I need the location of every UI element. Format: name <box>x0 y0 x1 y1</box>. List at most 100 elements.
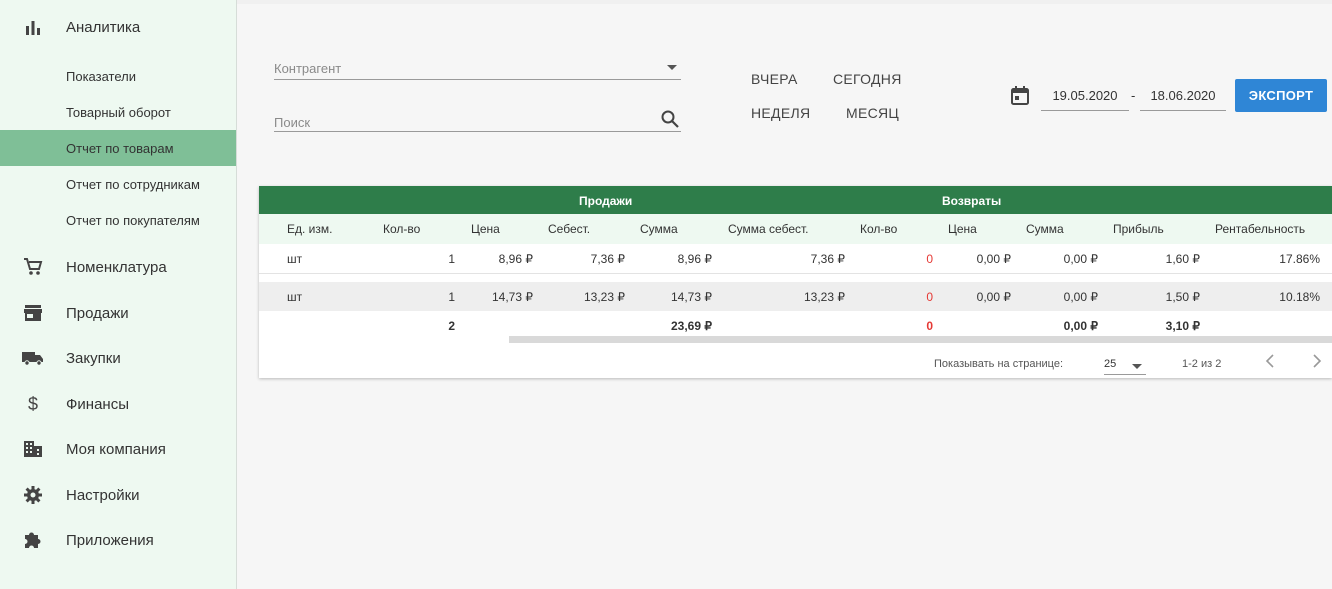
nav-analytics[interactable]: Аналитика <box>0 9 236 45</box>
nav-sub-label: Отчет по покупателям <box>66 212 200 228</box>
cell-unit: шт <box>287 290 303 304</box>
nav-sub-label: Отчет по товарам <box>66 140 174 156</box>
next-page-icon[interactable] <box>1312 354 1322 371</box>
gear-icon <box>22 485 44 505</box>
prev-page-icon[interactable] <box>1265 354 1275 371</box>
nav-label: Приложения <box>66 531 154 549</box>
nav-analytics-label: Аналитика <box>66 18 141 36</box>
cell-sum: 14,73 ₽ <box>671 290 712 304</box>
cell-price: 8,96 ₽ <box>498 252 533 266</box>
per-page-label: Показывать на странице: <box>934 358 1064 370</box>
nav-label: Финансы <box>66 395 129 413</box>
total-profit: 3,10 ₽ <box>1165 319 1200 333</box>
date-to-input[interactable]: 18.06.2020 <box>1140 80 1226 111</box>
sidebar: Аналитика Показатели Товарный оборот Отч… <box>0 0 237 589</box>
calendar-icon[interactable] <box>1011 86 1029 110</box>
col-cost-sum[interactable]: Сумма себест. <box>728 222 809 236</box>
quick-week[interactable]: НЕДЕЛЯ <box>751 105 810 121</box>
date-separator: - <box>1131 88 1136 103</box>
nav-sales[interactable]: Продажи <box>0 295 236 331</box>
dropdown-arrow-icon <box>1132 364 1142 369</box>
horizontal-scrollbar[interactable] <box>509 336 1332 343</box>
bar-chart-icon <box>22 17 44 37</box>
total-ret-qty: 0 <box>926 319 933 333</box>
cell-profitability: 17.86% <box>1279 252 1320 266</box>
cell-sum: 8,96 ₽ <box>677 252 712 266</box>
nav-label: Моя компания <box>66 440 166 458</box>
cell-profitability: 10.18% <box>1279 290 1320 304</box>
col-cost[interactable]: Себест. <box>548 222 590 236</box>
nav-settings[interactable]: Настройки <box>0 477 236 513</box>
nav-company[interactable]: Моя компания <box>0 431 236 467</box>
col-profitability[interactable]: Рентабельность <box>1215 222 1305 236</box>
cell-ret-qty: 0 <box>926 290 933 304</box>
cell-ret-qty: 0 <box>926 252 933 266</box>
cell-profit: 1,60 ₽ <box>1165 252 1200 266</box>
nav-sub-label: Показатели <box>66 68 136 84</box>
nav-sub-products-report[interactable]: Отчет по товарам <box>0 130 236 166</box>
quick-yesterday[interactable]: ВЧЕРА <box>751 71 798 87</box>
cell-qty: 1 <box>448 252 455 266</box>
col-price[interactable]: Цена <box>471 222 500 236</box>
building-icon <box>22 439 44 459</box>
column-header-row: Ед. изм. Кол-во Цена Себест. Сумма Сумма… <box>259 214 1332 244</box>
total-ret-sum: 0,00 ₽ <box>1063 319 1098 333</box>
truck-icon <box>22 348 44 368</box>
dollar-icon: $ <box>27 393 38 414</box>
pagination-range: 1-2 из 2 <box>1182 358 1222 370</box>
per-page-value: 25 <box>1104 358 1117 370</box>
puzzle-icon <box>22 530 44 550</box>
counterparty-placeholder: Контрагент <box>274 61 342 76</box>
nav-sub-employees-report[interactable]: Отчет по сотрудникам <box>0 166 236 202</box>
col-ret-price[interactable]: Цена <box>948 222 977 236</box>
search-icon[interactable] <box>661 110 679 131</box>
total-sum: 23,69 ₽ <box>671 319 712 333</box>
nav-label: Продажи <box>66 304 129 322</box>
col-profit[interactable]: Прибыль <box>1113 222 1164 236</box>
nav-nomenclature[interactable]: Номенклатура <box>0 249 236 285</box>
cell-cost-sum: 7,36 ₽ <box>810 252 845 266</box>
nav-finance[interactable]: $ Финансы <box>0 386 236 422</box>
group-header: Продажи Возвраты <box>259 186 1332 214</box>
quick-today[interactable]: СЕГОДНЯ <box>833 71 902 87</box>
nav-apps[interactable]: Приложения <box>0 522 236 558</box>
col-unit[interactable]: Ед. изм. <box>287 222 332 236</box>
nav-sub-label: Отчет по сотрудникам <box>66 176 200 192</box>
export-button[interactable]: ЭКСПОРТ <box>1235 79 1327 112</box>
table-footer: Показывать на странице: 25 1-2 из 2 <box>259 343 1332 378</box>
total-qty: 2 <box>448 319 455 333</box>
cell-cost-sum: 13,23 ₽ <box>804 290 845 304</box>
table-row[interactable]: шт 1 14,73 ₽ 13,23 ₽ 14,73 ₽ 13,23 ₽ 0 0… <box>259 282 1332 312</box>
search-input[interactable]: Поиск <box>274 109 681 132</box>
nav-sub-turnover[interactable]: Товарный оборот <box>0 94 236 130</box>
counterparty-select[interactable]: Контрагент <box>274 59 681 80</box>
cell-cost: 7,36 ₽ <box>590 252 625 266</box>
col-sum[interactable]: Сумма <box>640 222 678 236</box>
nav-sub-indicators[interactable]: Показатели <box>0 58 236 94</box>
col-ret-sum[interactable]: Сумма <box>1026 222 1064 236</box>
cell-price: 14,73 ₽ <box>492 290 533 304</box>
cell-cost: 13,23 ₽ <box>584 290 625 304</box>
cell-profit: 1,50 ₽ <box>1165 290 1200 304</box>
search-placeholder: Поиск <box>274 115 311 130</box>
store-icon <box>22 303 44 323</box>
table-row[interactable]: шт 1 8,96 ₽ 7,36 ₽ 8,96 ₽ 7,36 ₽ 0 0,00 … <box>259 244 1332 274</box>
cell-unit: шт <box>287 252 303 266</box>
group-returns-label: Возвраты <box>942 194 1002 208</box>
main-panel: Контрагент Поиск ВЧЕРА СЕГОДНЯ НЕДЕЛЯ МЕ… <box>237 4 1332 589</box>
cell-ret-price: 0,00 ₽ <box>976 252 1011 266</box>
group-sales-label: Продажи <box>579 194 633 208</box>
report-table: Продажи Возвраты Ед. изм. Кол-во Цена Се… <box>259 186 1332 378</box>
nav-purchases[interactable]: Закупки <box>0 340 236 376</box>
nav-label: Настройки <box>66 486 140 504</box>
date-from-input[interactable]: 19.05.2020 <box>1041 80 1129 111</box>
col-ret-qty[interactable]: Кол-во <box>860 222 897 236</box>
per-page-select[interactable]: 25 <box>1104 352 1146 375</box>
cell-ret-price: 0,00 ₽ <box>976 290 1011 304</box>
col-qty[interactable]: Кол-во <box>383 222 420 236</box>
quick-month[interactable]: МЕСЯЦ <box>846 105 899 121</box>
cell-ret-sum: 0,00 ₽ <box>1063 290 1098 304</box>
nav-label: Закупки <box>66 349 121 367</box>
dropdown-arrow-icon <box>667 65 677 70</box>
nav-sub-customers-report[interactable]: Отчет по покупателям <box>0 202 236 238</box>
